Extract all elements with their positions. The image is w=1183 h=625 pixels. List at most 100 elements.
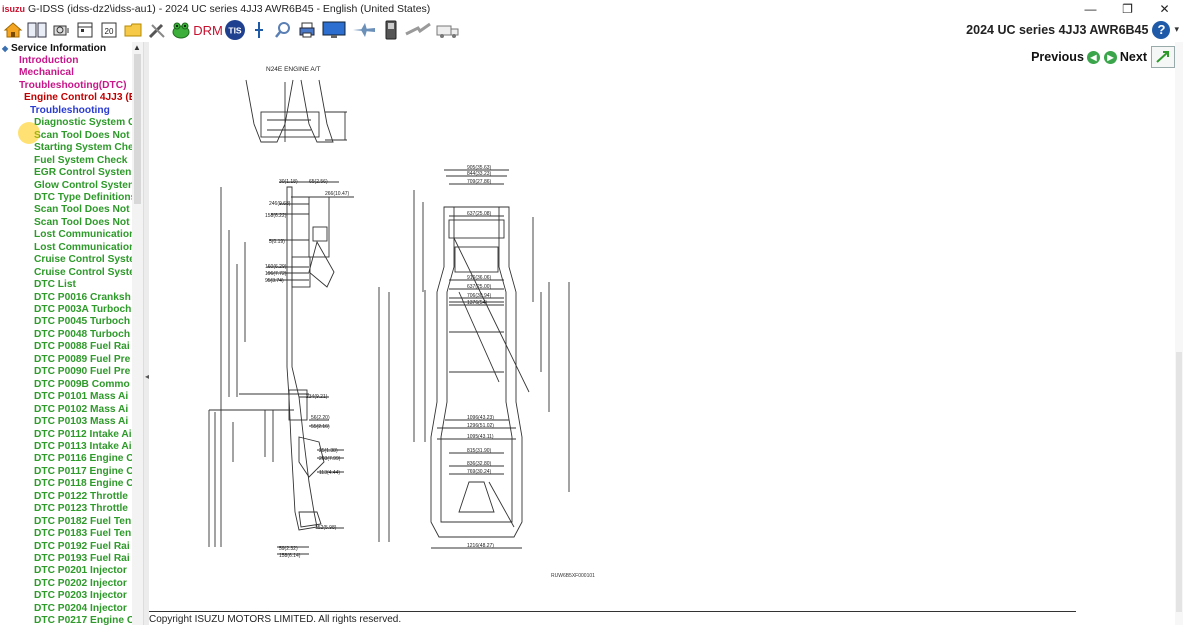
tree-item[interactable]: DTC P0192 Fuel Rai <box>34 541 143 553</box>
dim-label: 844(33.23) <box>467 171 492 177</box>
printer-icon[interactable] <box>296 19 318 41</box>
content-area: Previous ◀ ▶ Next N24E ENGINE A/T 30(1.1… <box>149 42 1175 625</box>
tree-item[interactable]: Cruise Control Syste <box>34 267 143 279</box>
tree-item[interactable]: DTC P0103 Mass Ai <box>34 416 143 428</box>
content-scroll-thumb[interactable] <box>1176 352 1182 612</box>
dim-label: 158(6.22) <box>265 213 287 219</box>
engine-diag-icon[interactable] <box>50 19 72 41</box>
dim-label: 152(5.98) <box>315 525 337 531</box>
tree-item[interactable]: DTC P0102 Mass Ai <box>34 404 143 416</box>
home-icon[interactable] <box>2 19 24 41</box>
tis-icon[interactable]: TIS <box>224 19 246 41</box>
dim-label: 55(2.16) <box>311 424 330 430</box>
tree-item[interactable]: Mechanical <box>19 67 143 79</box>
tree-item[interactable]: DTC P0117 Engine C <box>34 466 143 478</box>
tree-item[interactable]: DTC P0202 Injector <box>34 578 143 590</box>
tree-item[interactable]: DTC P0045 Turboch <box>34 316 143 328</box>
magnifier-icon[interactable] <box>272 19 294 41</box>
tree-item[interactable]: Lost Communication <box>34 242 143 254</box>
tree-item[interactable]: DTC P0090 Fuel Pre <box>34 366 143 378</box>
help-dropdown-icon[interactable]: ▾ <box>1174 24 1179 35</box>
date-20-icon[interactable]: 20 <box>98 19 120 41</box>
folder-icon[interactable] <box>122 19 144 41</box>
tree-item[interactable]: DTC List <box>34 279 143 291</box>
tree-item[interactable]: Introduction <box>19 55 143 67</box>
tools-icon[interactable] <box>146 19 168 41</box>
dim-label: 1216(48.27) <box>467 543 494 549</box>
tree-scrollbar[interactable]: ▲ <box>132 42 143 625</box>
footer-divider <box>149 611 1076 612</box>
pin-icon[interactable] <box>248 19 270 41</box>
dim-label: 196(7.72) <box>265 271 287 277</box>
dim-label: 769(30.24) <box>467 469 492 475</box>
tree-item[interactable]: Troubleshooting <box>30 105 143 117</box>
tree-expand-icon[interactable]: ◆ <box>2 44 8 53</box>
frog-icon[interactable] <box>170 19 192 41</box>
scroll-up-icon[interactable]: ▲ <box>133 43 141 52</box>
arrow-icon[interactable] <box>404 19 432 41</box>
help-icon[interactable]: ? <box>1152 20 1171 39</box>
truck-icon[interactable] <box>434 19 462 41</box>
monitor-icon[interactable] <box>320 19 348 41</box>
tree-item[interactable]: DTC P0116 Engine C <box>34 453 143 465</box>
tree-item[interactable]: DTC P0089 Fuel Pre <box>34 354 143 366</box>
drm-label: DRM <box>194 23 222 38</box>
tree-item[interactable]: Scan Tool Does Not <box>34 204 143 216</box>
calendar-icon[interactable] <box>74 19 96 41</box>
tree-item[interactable]: DTC P0203 Injector <box>34 590 143 602</box>
tree-scroll-thumb[interactable] <box>134 54 141 204</box>
tree-item[interactable]: DTC P0123 Throttle <box>34 503 143 515</box>
tree-item[interactable]: Engine Control 4JJ3 (E <box>24 92 143 104</box>
tree-item[interactable]: DTC P0048 Turboch <box>34 329 143 341</box>
tree-item[interactable]: Glow Control Systen <box>34 180 143 192</box>
dim-label: 815(31.90) <box>467 448 492 454</box>
tree-item[interactable]: DTC P009B Commo <box>34 379 143 391</box>
window-title: G-IDSS (idss-dz2\idss-au1) - 2024 UC ser… <box>28 2 431 15</box>
tree-item[interactable]: Lost Communication <box>34 229 143 241</box>
tree-item[interactable]: DTC P0088 Fuel Rai <box>34 341 143 353</box>
tree-item[interactable]: DTC P0122 Throttle <box>34 491 143 503</box>
tree-item[interactable]: Troubleshooting(DTC) <box>19 80 143 92</box>
dim-label: 1095(43.11) <box>467 434 494 440</box>
tree-item[interactable]: Scan Tool Does Not <box>34 217 143 229</box>
side-view-dimensions: 30(1.18) 65(2.56) 266(10.47) 246(9.68) 1… <box>265 179 350 559</box>
dim-label: 246(9.68) <box>269 201 291 207</box>
dim-label: 266(10.47) <box>325 191 350 197</box>
phone-icon[interactable] <box>380 19 402 41</box>
figure-code: RUW6B5XF000101 <box>551 573 595 579</box>
tree-item[interactable]: DTC P0112 Intake Ai <box>34 429 143 441</box>
tree-item[interactable]: DTC P0217 Engine C <box>34 615 143 625</box>
tree-item[interactable]: DTC Type Definitions <box>34 192 143 204</box>
tree-item[interactable]: DTC P0204 Injector <box>34 603 143 615</box>
tree-item[interactable]: Diagnostic System C <box>34 117 143 129</box>
tree-item[interactable]: DTC P0101 Mass Ai <box>34 391 143 403</box>
app-logo: isuzu <box>2 3 26 14</box>
tree-item[interactable]: DTC P003A Turboch <box>34 304 143 316</box>
tree-item[interactable]: Fuel System Check <box>34 155 143 167</box>
dim-label: 637(25.08) <box>467 211 492 217</box>
tree-root[interactable]: ◆ Service Information <box>2 43 133 55</box>
plane-icon[interactable] <box>350 19 378 41</box>
maximize-button[interactable]: ❐ <box>1109 2 1146 16</box>
drm-icon[interactable]: DRM <box>194 19 222 41</box>
tree-item[interactable]: DTC P0182 Fuel Ten <box>34 516 143 528</box>
content-scrollbar[interactable] <box>1175 42 1183 625</box>
tree-item[interactable]: DTC P0183 Fuel Ten <box>34 528 143 540</box>
tree-item[interactable]: Scan Tool Does Not <box>34 130 143 142</box>
close-button[interactable]: ✕ <box>1146 2 1183 16</box>
tree-item[interactable]: DTC P0016 Cranksh <box>34 292 143 304</box>
dim-label: 1096(43.23) <box>467 415 494 421</box>
book-icon[interactable] <box>26 19 48 41</box>
tree-item[interactable]: DTC P0113 Intake Ai <box>34 441 143 453</box>
dim-label: 706(30.94) <box>467 293 492 299</box>
tree-item[interactable]: Starting System Che <box>34 142 143 154</box>
toolbar-icons: 20 DRM TIS <box>0 19 462 41</box>
tree-item[interactable]: DTC P0118 Engine C <box>34 478 143 490</box>
tree-item[interactable]: DTC P0193 Fuel Rai <box>34 553 143 565</box>
tree-root-label: Service Information <box>11 43 107 54</box>
mouse-cursor-highlight <box>18 122 40 144</box>
tree-item[interactable]: DTC P0201 Injector <box>34 565 143 577</box>
tree-item[interactable]: Cruise Control Syste <box>34 254 143 266</box>
minimize-button[interactable]: — <box>1072 2 1109 16</box>
tree-item[interactable]: EGR Control Systen <box>34 167 143 179</box>
